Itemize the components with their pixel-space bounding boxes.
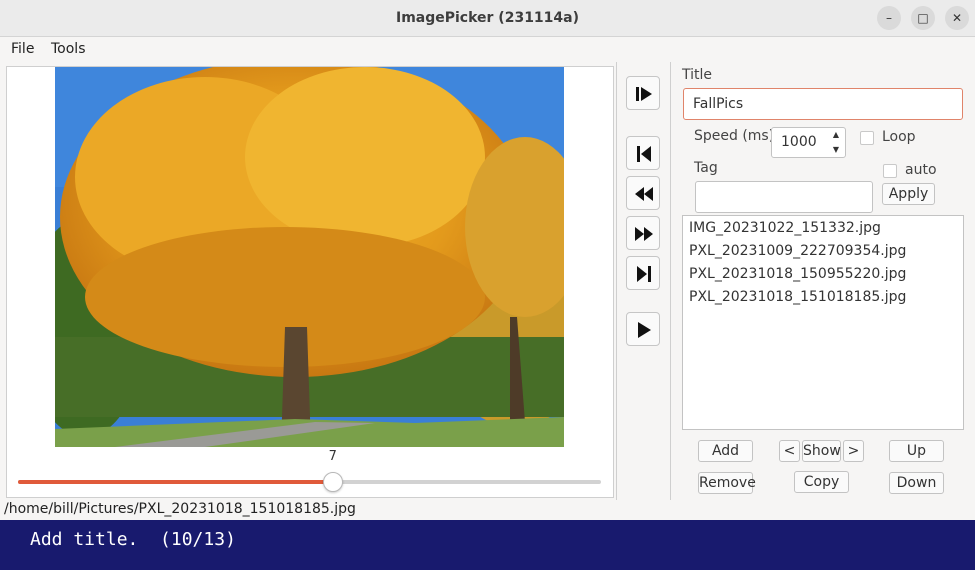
- minimize-icon: –: [886, 11, 892, 25]
- close-button[interactable]: ✕: [945, 6, 969, 30]
- file-list-item[interactable]: PXL_20231018_151018185.jpg: [689, 289, 906, 305]
- play-button[interactable]: [626, 312, 660, 346]
- step-play-button[interactable]: [626, 76, 660, 110]
- image-slider-handle[interactable]: [322, 472, 343, 492]
- instruction-text: Add title. (10/13): [30, 529, 236, 550]
- last-icon: [637, 266, 651, 282]
- close-icon: ✕: [951, 11, 963, 25]
- add-button[interactable]: Add: [698, 440, 753, 462]
- title-input[interactable]: FallPics: [683, 88, 963, 120]
- spin-up-icon[interactable]: ▲: [829, 128, 843, 142]
- file-list[interactable]: IMG_20231022_151332.jpg PXL_20231009_222…: [682, 215, 964, 430]
- title-label: Title: [682, 67, 713, 83]
- loop-checkbox[interactable]: [860, 131, 874, 145]
- step-play-icon: [636, 87, 652, 101]
- next-button[interactable]: >: [843, 440, 864, 462]
- image-slider-fill: [18, 480, 333, 484]
- first-icon: [637, 146, 651, 162]
- menu-tools[interactable]: Tools: [51, 41, 86, 57]
- maximize-icon: □: [917, 11, 929, 25]
- menu-bar: [0, 38, 975, 62]
- auto-label: auto: [905, 162, 937, 178]
- loop-label: Loop: [882, 129, 916, 145]
- minimize-button[interactable]: –: [877, 6, 901, 30]
- apply-button[interactable]: Apply: [882, 183, 935, 205]
- rewind-icon: [635, 187, 653, 201]
- photo-display: [55, 67, 564, 447]
- rewind-button[interactable]: [626, 176, 660, 210]
- maximize-button[interactable]: □: [911, 6, 935, 30]
- show-button[interactable]: Show: [802, 440, 841, 462]
- speed-value: 1000: [781, 134, 817, 150]
- prev-button[interactable]: <: [779, 440, 800, 462]
- last-button[interactable]: [626, 256, 660, 290]
- slider-value: 7: [328, 449, 337, 464]
- file-list-item[interactable]: PXL_20231018_150955220.jpg: [689, 266, 906, 282]
- file-list-item[interactable]: IMG_20231022_151332.jpg: [689, 220, 881, 236]
- down-button[interactable]: Down: [889, 472, 944, 494]
- remove-button[interactable]: Remove: [698, 472, 756, 494]
- status-path: /home/bill/Pictures/PXL_20231018_1510181…: [4, 501, 356, 517]
- window-title: ImagePicker (231114a): [395, 10, 580, 26]
- fast-forward-button[interactable]: [626, 216, 660, 250]
- play-icon: [638, 322, 651, 338]
- spin-down-icon[interactable]: ▼: [829, 143, 843, 157]
- autumn-tree-image: [55, 67, 564, 447]
- tag-label: Tag: [694, 160, 718, 176]
- tag-input[interactable]: [695, 181, 873, 213]
- copy-button[interactable]: Copy: [794, 471, 849, 493]
- fast-forward-icon: [635, 227, 653, 241]
- menu-file[interactable]: File: [11, 41, 34, 57]
- speed-label: Speed (ms): [694, 128, 775, 144]
- file-list-item[interactable]: PXL_20231009_222709354.jpg: [689, 243, 906, 259]
- up-button[interactable]: Up: [889, 440, 944, 462]
- auto-checkbox[interactable]: [883, 164, 897, 178]
- first-button[interactable]: [626, 136, 660, 170]
